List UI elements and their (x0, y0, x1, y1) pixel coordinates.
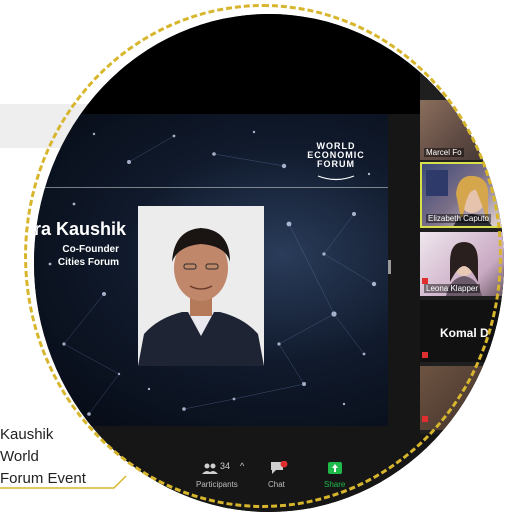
wef-swoosh-icon (317, 175, 355, 181)
share-screen-button[interactable]: Share (324, 480, 345, 489)
shared-slide: WORLD ECONOMIC FORUM ra Kaushik Co-Found… (34, 114, 388, 426)
mic-muted-icon (422, 352, 428, 358)
share-screen-icon[interactable] (328, 462, 342, 474)
speaker-name: ra Kaushik (34, 219, 127, 239)
speaker-photo (138, 206, 264, 366)
participant-name: Marcel Fo (424, 148, 464, 157)
panel-resize-handle[interactable] (388, 260, 391, 274)
participant-name: Leona Klapper (424, 284, 481, 293)
caret-up-icon[interactable]: ^ (240, 461, 244, 471)
participant-tile[interactable] (420, 366, 504, 430)
chat-button[interactable]: Chat (268, 480, 285, 489)
speaker-organization: Cities Forum (57, 257, 119, 268)
participant-tile[interactable]: Leona Klapper (420, 232, 504, 296)
participants-icon[interactable] (202, 463, 218, 475)
participants-count: 34 (220, 461, 231, 471)
participant-name: Elizabeth Caputo (426, 214, 491, 223)
slide-rule (34, 187, 388, 188)
participants-button[interactable]: Participants (196, 480, 238, 489)
org-line-3: FORUM (317, 159, 355, 169)
participant-name: Komal D (440, 326, 489, 340)
wef-logo: WORLD ECONOMIC FORUM (296, 142, 376, 169)
speaker-role: Co-Founder (62, 244, 119, 255)
participant-tile-active-speaker[interactable]: Elizabeth Caputo (420, 162, 504, 228)
caption-underline (0, 475, 127, 489)
speaker-portrait (138, 228, 264, 366)
mic-muted-icon (422, 416, 428, 422)
participant-tile[interactable]: Komal D (420, 300, 504, 362)
chat-icon[interactable] (270, 461, 288, 475)
participant-tile[interactable]: Marcel Fo (420, 100, 504, 160)
